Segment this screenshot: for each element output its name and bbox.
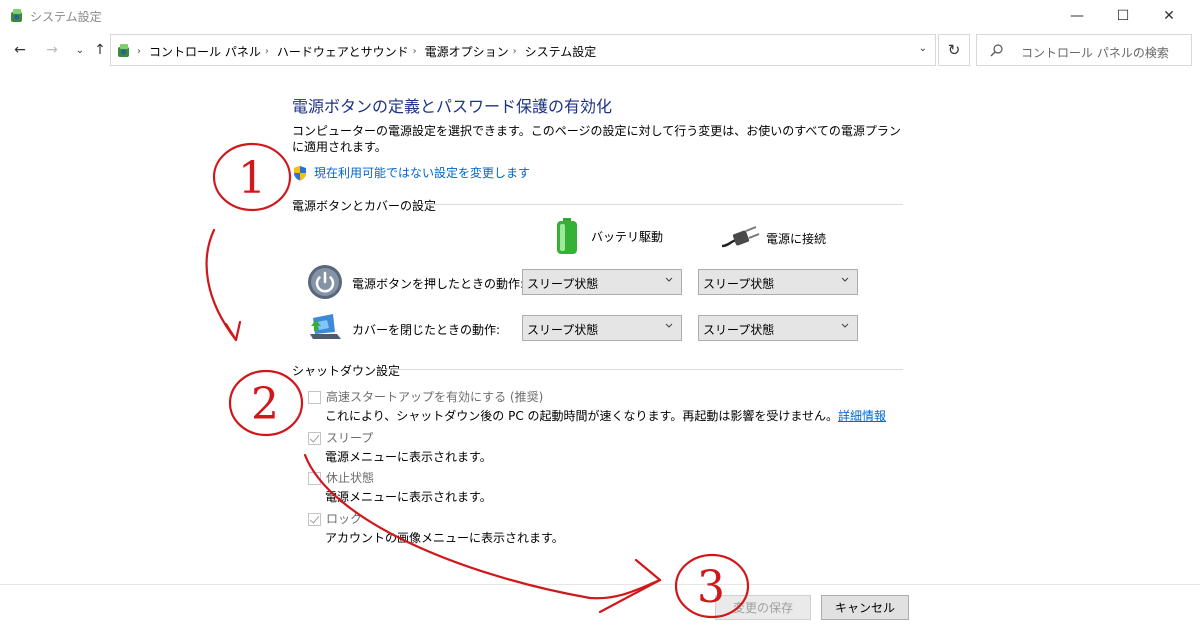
breadcrumb-separator-icon[interactable]: › xyxy=(413,46,417,57)
power-button-plugged-value: スリープ状態 xyxy=(703,277,775,291)
fast-startup-label: 高速スタートアップを有効にする (推奨) xyxy=(326,390,544,404)
annotation-number-2: 2 xyxy=(251,379,279,430)
address-dropdown-icon[interactable]: ⌄ xyxy=(919,43,927,54)
section-divider xyxy=(392,369,903,370)
search-input[interactable]: コントロール パネルの検索 xyxy=(976,34,1192,66)
window-title: システム設定 xyxy=(30,10,102,24)
lock-description: アカウントの画像メニューに表示されます。 xyxy=(325,531,564,545)
annotation-number-1: 1 xyxy=(238,153,266,204)
control-panel-icon xyxy=(118,44,129,57)
battery-column-label: バッテリ駆動 xyxy=(591,229,664,244)
power-button-battery-select[interactable]: スリープ状態 xyxy=(522,269,682,295)
up-arrow-icon[interactable]: ↑ xyxy=(90,40,110,60)
title-bar: システム設定 — ☐ ✕ xyxy=(0,0,1200,32)
page-description: コンピューターの電源設定を選択できます。このページの設定に対して行う変更は、お使… xyxy=(292,124,901,154)
chevron-down-icon xyxy=(665,323,673,328)
change-unavailable-settings-link[interactable]: 現在利用可能ではない設定を変更します xyxy=(292,164,530,181)
fast-startup-option[interactable]: 高速スタートアップを有効にする (推奨) xyxy=(308,389,543,406)
sleep-option[interactable]: スリープ xyxy=(308,430,373,447)
lid-close-battery-value: スリープ状態 xyxy=(527,323,599,337)
fast-startup-desc-text: これにより、シャットダウン後の PC の起動時間が速くなります。再起動は影響を受… xyxy=(325,409,838,423)
hibernate-description: 電源メニューに表示されます。 xyxy=(325,490,492,504)
breadcrumb-hardware-sound[interactable]: ハードウェアとサウンド xyxy=(277,43,409,60)
lock-checkbox[interactable] xyxy=(308,513,321,526)
battery-icon xyxy=(557,218,577,254)
maximize-button[interactable]: ☐ xyxy=(1100,0,1146,32)
save-changes-button[interactable]: 変更の保存 xyxy=(715,595,811,620)
breadcrumb-system-settings[interactable]: システム設定 xyxy=(525,43,597,60)
navigation-bar: ← → ⌄ ↑ › コントロール パネル › ハードウェアとサウンド › 電源オ… xyxy=(0,32,1200,68)
lock-label: ロック xyxy=(326,512,363,526)
breadcrumb-separator-icon[interactable]: › xyxy=(137,46,141,57)
section-divider xyxy=(428,204,903,205)
sleep-label: スリープ xyxy=(326,431,374,445)
search-icon xyxy=(990,44,1003,57)
laptop-lid-icon xyxy=(310,314,341,339)
lid-close-plugged-select[interactable]: スリープ状態 xyxy=(698,315,858,341)
lid-close-plugged-value: スリープ状態 xyxy=(703,323,775,337)
chevron-down-icon xyxy=(841,323,849,328)
uac-shield-icon xyxy=(294,165,306,180)
close-button[interactable]: ✕ xyxy=(1146,0,1192,32)
hibernate-checkbox[interactable] xyxy=(308,472,321,485)
breadcrumb-power-options[interactable]: 電源オプション xyxy=(425,43,509,60)
sleep-checkbox[interactable] xyxy=(308,432,321,445)
search-placeholder: コントロール パネルの検索 xyxy=(1021,46,1169,60)
battery-column-header: バッテリ駆動 xyxy=(555,218,663,254)
annotation-arrow-down xyxy=(205,228,238,342)
cancel-button[interactable]: キャンセル xyxy=(821,595,909,620)
power-button-battery-value: スリープ状態 xyxy=(527,277,599,291)
control-panel-icon xyxy=(11,9,22,22)
more-info-link[interactable]: 詳細情報 xyxy=(838,409,886,423)
minimize-button[interactable]: — xyxy=(1054,0,1100,32)
chevron-down-icon xyxy=(665,277,673,282)
lid-close-action-label: カバーを閉じたときの動作: xyxy=(352,323,501,337)
forward-arrow-icon[interactable]: → xyxy=(42,40,62,60)
sleep-description: 電源メニューに表示されます。 xyxy=(325,450,492,464)
breadcrumb-control-panel[interactable]: コントロール パネル xyxy=(149,43,261,60)
plugged-column-label: 電源に接続 xyxy=(766,231,827,246)
chevron-down-icon xyxy=(841,277,849,282)
breadcrumb-separator-icon[interactable]: › xyxy=(513,46,517,57)
fast-startup-description: これにより、シャットダウン後の PC の起動時間が速くなります。再起動は影響を受… xyxy=(325,407,886,424)
lid-close-battery-select[interactable]: スリープ状態 xyxy=(522,315,682,341)
plugged-column-header: 電源に接続 xyxy=(720,226,826,250)
annotation-circle-1 xyxy=(212,142,292,212)
fast-startup-checkbox[interactable] xyxy=(308,391,321,404)
back-arrow-icon[interactable]: ← xyxy=(10,40,30,60)
power-section-heading: 電源ボタンとカバーの設定 xyxy=(292,199,437,213)
recent-locations-chevron-icon[interactable]: ⌄ xyxy=(70,40,90,60)
power-button-plugged-select[interactable]: スリープ状態 xyxy=(698,269,858,295)
breadcrumb-separator-icon[interactable]: › xyxy=(265,46,269,57)
hibernate-label: 休止状態 xyxy=(326,471,375,485)
page-title: 電源ボタンの定義とパスワード保護の有効化 xyxy=(292,97,613,116)
shutdown-section-heading: シャットダウン設定 xyxy=(292,364,401,378)
breadcrumb: › コントロール パネル › ハードウェアとサウンド › 電源オプション › シ… xyxy=(137,43,596,60)
admin-link-label: 現在利用可能ではない設定を変更します xyxy=(314,166,531,180)
hibernate-option[interactable]: 休止状態 xyxy=(308,470,374,487)
footer-divider xyxy=(0,584,1200,585)
annotation-circle-2 xyxy=(228,369,304,437)
refresh-button[interactable]: ↻ xyxy=(938,34,970,66)
lock-option[interactable]: ロック xyxy=(308,511,362,528)
power-plug-icon xyxy=(721,226,760,248)
power-button-action-label: 電源ボタンを押したときの動作: xyxy=(352,277,525,291)
power-button-icon xyxy=(308,265,342,299)
address-bar[interactable]: › コントロール パネル › ハードウェアとサウンド › 電源オプション › シ… xyxy=(110,34,936,66)
